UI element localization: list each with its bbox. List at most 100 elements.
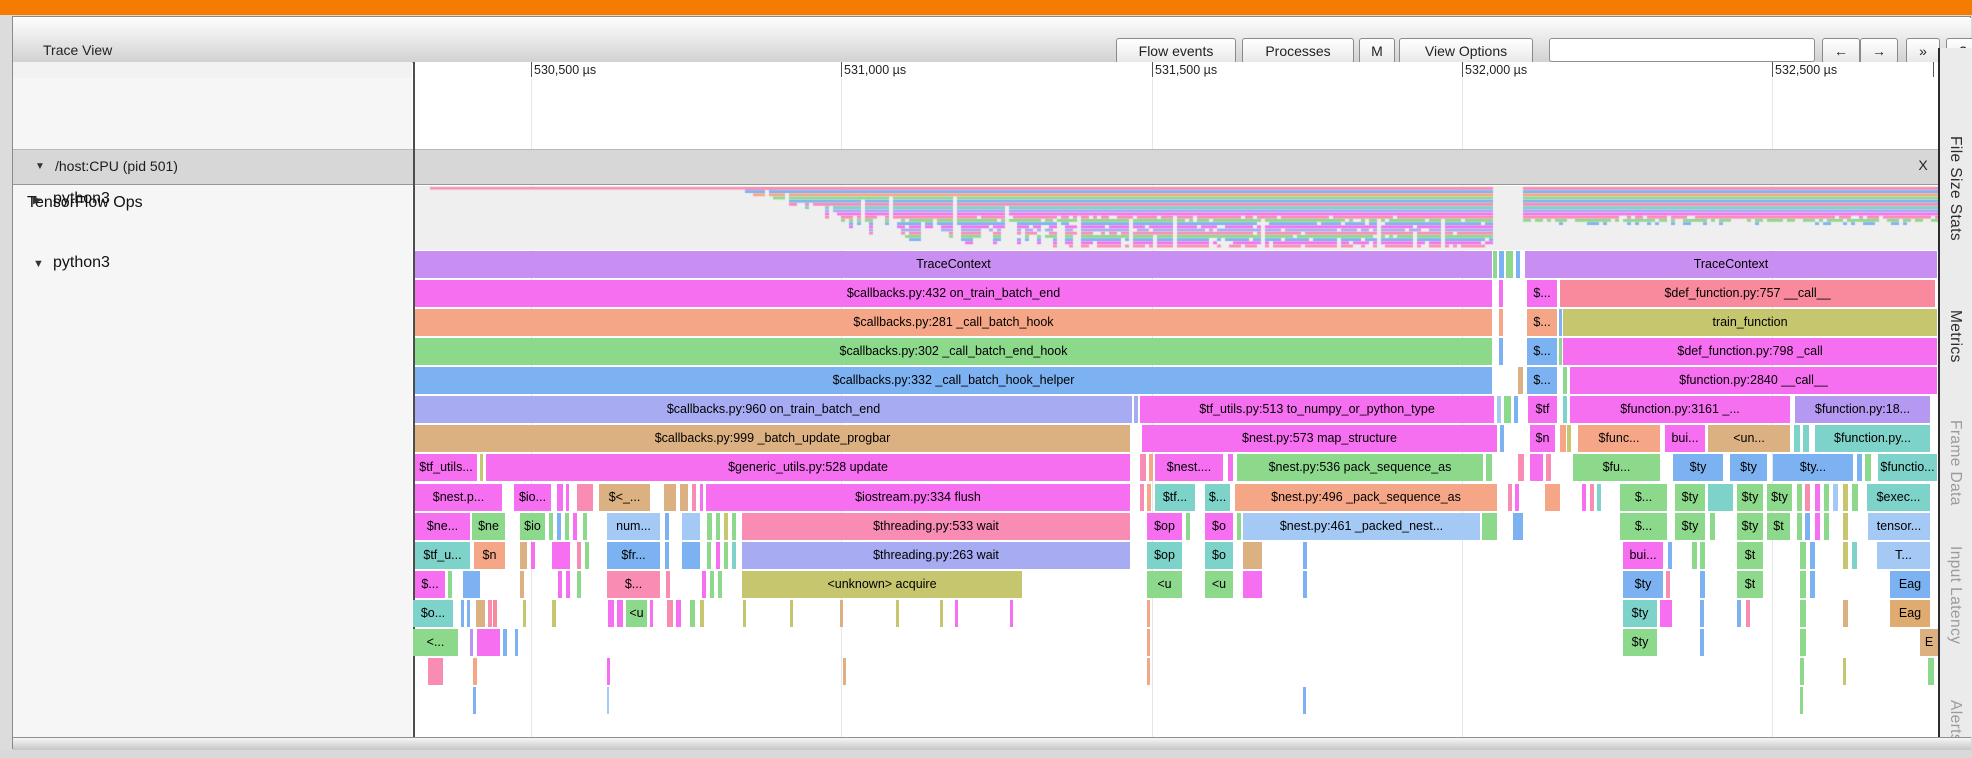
m-button[interactable]: M: [1359, 38, 1395, 64]
trace-event[interactable]: $ty: [1675, 483, 1705, 511]
processes-button[interactable]: Processes: [1242, 38, 1354, 64]
trace-event[interactable]: $io...: [514, 483, 551, 511]
trace-event[interactable]: [1833, 483, 1838, 511]
trace-event[interactable]: $fr...: [607, 541, 660, 569]
trace-event[interactable]: [1800, 628, 1806, 656]
trace-event[interactable]: [557, 512, 561, 540]
trace-event[interactable]: [557, 483, 563, 511]
trace-event[interactable]: [552, 541, 570, 569]
trace-event[interactable]: [700, 483, 703, 511]
trace-event[interactable]: [577, 541, 581, 569]
trace-event[interactable]: [1506, 251, 1513, 278]
trace-event[interactable]: $...: [607, 570, 660, 598]
trace-event[interactable]: [1147, 599, 1150, 627]
trace-event[interactable]: [732, 541, 736, 569]
search-input[interactable]: [1549, 38, 1815, 62]
process-header-host-cpu[interactable]: ▼ /host:CPU (pid 501) X: [13, 149, 1938, 185]
trace-event[interactable]: $nest.py:496 _pack_sequence_as: [1235, 483, 1497, 511]
trace-event[interactable]: $nest.p...: [415, 483, 502, 511]
trace-event[interactable]: [1590, 483, 1594, 511]
trace-event[interactable]: [1140, 483, 1144, 511]
trace-event[interactable]: bui...: [1665, 425, 1705, 453]
trace-event[interactable]: [840, 599, 843, 627]
trace-event[interactable]: [1824, 483, 1829, 511]
trace-event[interactable]: [1737, 599, 1741, 627]
trace-event[interactable]: [676, 599, 681, 627]
trace-event[interactable]: [650, 599, 653, 627]
trace-event[interactable]: [467, 599, 470, 627]
trace-event[interactable]: $ty: [1767, 483, 1792, 511]
trace-event[interactable]: [1147, 483, 1151, 511]
trace-event[interactable]: [665, 512, 669, 540]
trace-event[interactable]: [1700, 541, 1705, 569]
trace-event[interactable]: [608, 599, 614, 627]
trace-event[interactable]: [1852, 541, 1857, 569]
trace-event[interactable]: [565, 512, 569, 540]
trace-event[interactable]: [577, 570, 581, 598]
trace-event[interactable]: [1499, 280, 1503, 308]
trace-event[interactable]: [1800, 687, 1803, 715]
trace-event[interactable]: [1243, 541, 1262, 569]
trace-event[interactable]: $o...: [413, 599, 453, 627]
view-options-button[interactable]: View Options: [1399, 38, 1533, 64]
trace-event[interactable]: $fu...: [1573, 454, 1660, 482]
trace-event[interactable]: [1852, 483, 1858, 511]
trace-event[interactable]: $ty: [1675, 512, 1705, 540]
trace-event[interactable]: $ty: [1737, 483, 1763, 511]
trace-event[interactable]: <u: [626, 599, 647, 627]
trace-event[interactable]: [461, 599, 464, 627]
trace-event[interactable]: $function.py...: [1815, 425, 1930, 453]
trace-event[interactable]: [707, 541, 711, 569]
trace-event[interactable]: [1794, 425, 1800, 453]
trace-event[interactable]: [680, 483, 688, 511]
trace-event[interactable]: [1303, 570, 1307, 598]
trace-event[interactable]: [1546, 454, 1551, 482]
trace-event[interactable]: $function.py:18...: [1795, 396, 1930, 424]
trace-event[interactable]: $...: [1620, 512, 1667, 540]
trace-event[interactable]: [710, 570, 714, 598]
trace-event[interactable]: [488, 599, 492, 627]
trace-event[interactable]: [1499, 251, 1504, 278]
trace-event[interactable]: [1518, 454, 1524, 482]
trace-event[interactable]: [1530, 454, 1543, 482]
trace-event[interactable]: Eag: [1890, 570, 1930, 598]
trace-event[interactable]: [520, 570, 524, 598]
trace-event[interactable]: $ty: [1730, 454, 1767, 482]
trace-event[interactable]: [1803, 425, 1809, 453]
trace-event[interactable]: $n: [1530, 425, 1555, 453]
trace-event[interactable]: [716, 512, 720, 540]
trace-event[interactable]: $t: [1767, 512, 1790, 540]
trace-event[interactable]: [682, 512, 700, 540]
tab-metrics[interactable]: Metrics: [1946, 310, 1964, 363]
trace-event[interactable]: [477, 628, 500, 656]
trace-event[interactable]: [463, 570, 480, 598]
trace-event[interactable]: $...: [1527, 367, 1557, 395]
trace-event[interactable]: $function.py:3161 _...: [1570, 396, 1790, 424]
trace-event[interactable]: [1559, 338, 1562, 366]
trace-event[interactable]: [1824, 512, 1829, 540]
trace-event[interactable]: train_function: [1563, 309, 1937, 337]
trace-event[interactable]: [585, 541, 589, 569]
trace-event[interactable]: [1513, 512, 1523, 540]
thread-row-python3-collapsed[interactable]: ▶ python3: [33, 190, 110, 208]
trace-event[interactable]: [1147, 628, 1150, 656]
trace-event[interactable]: [1545, 483, 1560, 511]
trace-event[interactable]: <u: [1205, 570, 1233, 598]
trace-event[interactable]: [1746, 599, 1750, 627]
trace-event[interactable]: [470, 628, 473, 656]
trace-event[interactable]: bui...: [1623, 541, 1663, 569]
trace-event[interactable]: <...: [413, 628, 458, 656]
trace-event[interactable]: [1508, 483, 1512, 511]
trace-event[interactable]: [1843, 512, 1848, 540]
trace-event[interactable]: $function.py:2840 __call__: [1570, 367, 1937, 395]
triangle-right-icon[interactable]: ▶: [33, 193, 53, 206]
close-icon[interactable]: X: [1913, 157, 1933, 173]
trace-event[interactable]: [1668, 541, 1672, 569]
trace-event[interactable]: [1810, 570, 1815, 598]
trace-event[interactable]: [1560, 425, 1566, 453]
trace-event[interactable]: [1582, 483, 1586, 511]
trace-event[interactable]: [896, 599, 899, 627]
tab-frame-data[interactable]: Frame Data: [1946, 420, 1964, 506]
trace-event[interactable]: [702, 570, 706, 598]
trace-event[interactable]: TraceContext: [1525, 251, 1937, 278]
